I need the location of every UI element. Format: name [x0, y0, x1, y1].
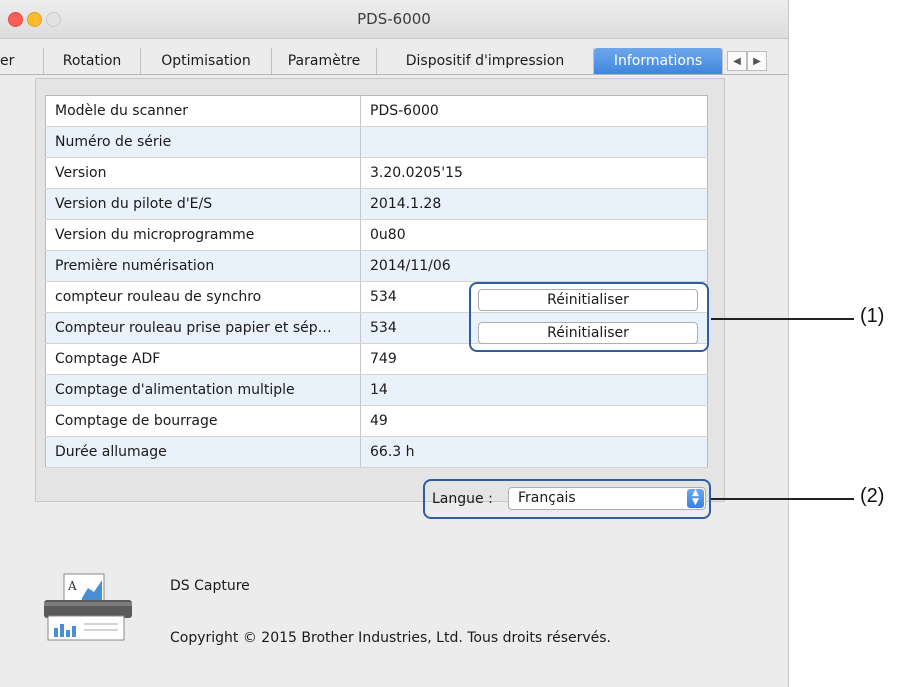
language-value: Français	[518, 490, 576, 506]
select-arrows-icon: ▲ ▼	[687, 489, 704, 508]
row-value: 49	[360, 405, 708, 437]
row-value: 66.3 h	[360, 436, 708, 468]
svg-text:A: A	[67, 579, 77, 593]
window: PDS-6000 er Rotation Optimisation Paramè…	[0, 0, 789, 687]
window-title: PDS-6000	[357, 10, 431, 28]
copyright-text: Copyright © 2015 Brother Industries, Ltd…	[170, 630, 612, 646]
row-value	[360, 126, 708, 158]
row-label: Durée allumage	[45, 436, 361, 468]
row-label: Comptage ADF	[45, 343, 361, 375]
callout-1-label: (1)	[860, 305, 885, 327]
table-row: Modèle du scanner PDS-6000	[45, 95, 708, 127]
table-row: Première numérisation 2014/11/06	[45, 250, 708, 282]
tab-parametre[interactable]: Paramètre	[272, 48, 377, 74]
tab-scroll-buttons: ◀ ▶	[727, 51, 771, 71]
tab-partial[interactable]: er	[0, 48, 44, 74]
tab-dispositif-impression[interactable]: Dispositif d'impression	[377, 48, 594, 74]
row-label: Première numérisation	[45, 250, 361, 282]
table-row: Version du pilote d'E/S 2014.1.28	[45, 188, 708, 220]
scroll-left-icon[interactable]: ◀	[727, 51, 747, 71]
app-name: DS Capture	[170, 578, 250, 594]
tab-informations[interactable]: Informations	[594, 48, 723, 74]
callout-2-label: (2)	[860, 485, 885, 507]
row-label: Comptage d'alimentation multiple	[45, 374, 361, 406]
tab-optimisation[interactable]: Optimisation	[141, 48, 272, 74]
row-label: Comptage de bourrage	[45, 405, 361, 437]
row-label: Numéro de série	[45, 126, 361, 158]
row-label: Version du microprogramme	[45, 219, 361, 251]
row-value: PDS-6000	[360, 95, 708, 127]
language-label: Langue :	[432, 491, 493, 507]
row-label: Compteur rouleau prise papier et sép…	[45, 312, 361, 344]
row-label: compteur rouleau de synchro	[45, 281, 361, 313]
row-label: Modèle du scanner	[45, 95, 361, 127]
table-row: Comptage d'alimentation multiple 14	[45, 374, 708, 406]
callout-2-line	[711, 498, 854, 500]
table-row: Comptage de bourrage 49	[45, 405, 708, 437]
tab-bar: er Rotation Optimisation Paramètre Dispo…	[0, 48, 788, 75]
table-row: Durée allumage 66.3 h	[45, 436, 708, 468]
row-value: 3.20.0205'15	[360, 157, 708, 189]
row-label: Version du pilote d'E/S	[45, 188, 361, 220]
callout-1-line	[711, 318, 854, 320]
title-bar: PDS-6000	[0, 0, 788, 39]
row-label: Version	[45, 157, 361, 189]
row-value: 14	[360, 374, 708, 406]
row-value: 2014.1.28	[360, 188, 708, 220]
reset-pickup-roller-button[interactable]: Réinitialiser	[478, 322, 698, 344]
ds-capture-logo: A	[44, 573, 132, 641]
reset-sync-roller-button[interactable]: Réinitialiser	[478, 289, 698, 311]
table-row: Version du microprogramme 0u80	[45, 219, 708, 251]
table-row: Version 3.20.0205'15	[45, 157, 708, 189]
scroll-right-icon[interactable]: ▶	[747, 51, 767, 71]
row-value: 0u80	[360, 219, 708, 251]
tab-rotation[interactable]: Rotation	[44, 48, 141, 74]
row-value: 2014/11/06	[360, 250, 708, 282]
language-select[interactable]: Français ▲ ▼	[508, 487, 706, 510]
table-row: Numéro de série	[45, 126, 708, 158]
